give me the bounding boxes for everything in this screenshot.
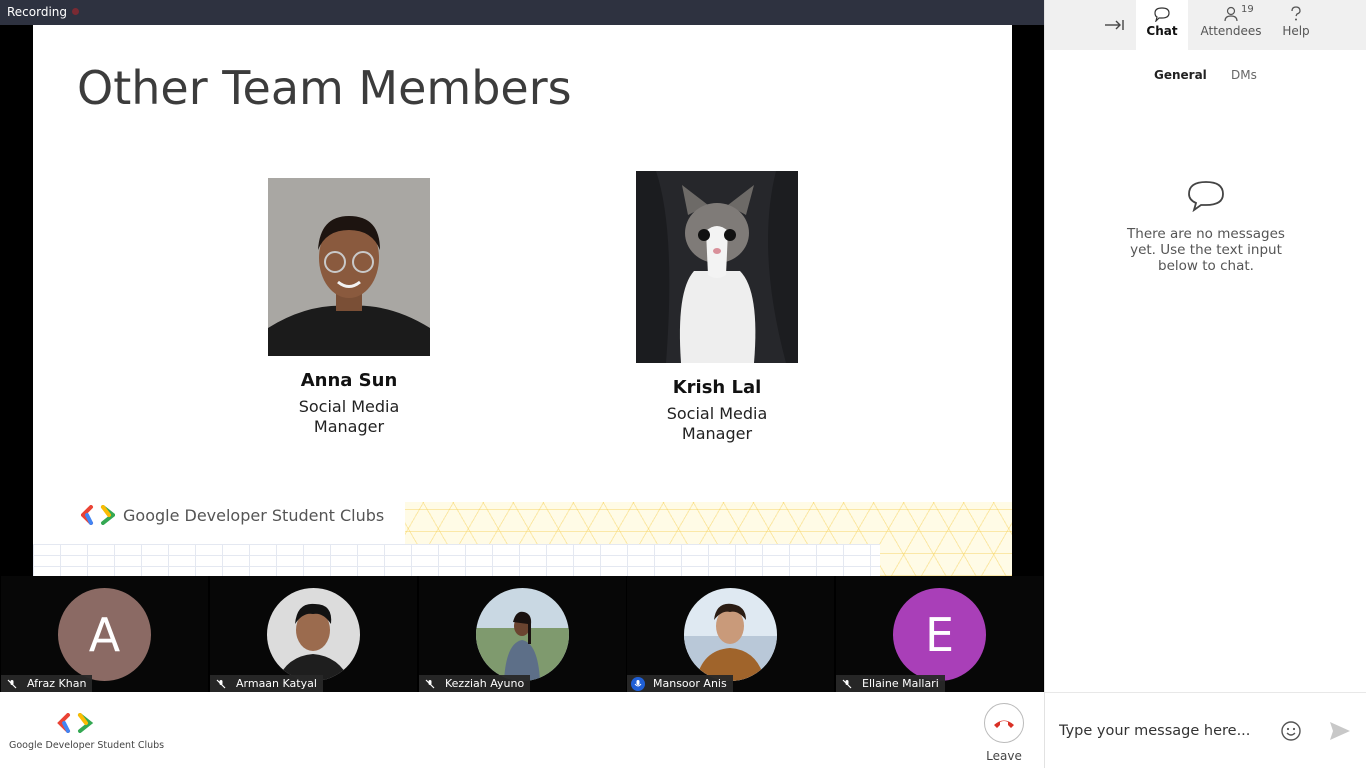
empty-chat-state: There are no messages yet. Use the text … bbox=[1115, 180, 1297, 274]
avatar: E bbox=[893, 588, 986, 681]
participant-tile[interactable]: Kezziah Ayuno bbox=[419, 576, 626, 692]
chat-message-input[interactable] bbox=[1059, 717, 1269, 745]
avatar bbox=[267, 588, 360, 681]
participant-label: Ellaine Mallari bbox=[836, 675, 945, 692]
tab-attendees-label: Attendees bbox=[1200, 24, 1262, 38]
tab-chat-label: Chat bbox=[1146, 24, 1178, 38]
collapse-panel-button[interactable] bbox=[1093, 0, 1135, 50]
gdsc-brand-bottom: Google Developer Student Clubs bbox=[9, 740, 165, 751]
mic-off-icon bbox=[423, 677, 437, 691]
question-icon bbox=[1291, 6, 1301, 21]
bottom-bar: Google Developer Student Clubs Leave bbox=[0, 692, 1044, 768]
chat-bubble-icon bbox=[1154, 7, 1170, 22]
participant-name: Afraz Khan bbox=[27, 677, 87, 690]
member-role-anna: Social Media Manager bbox=[298, 397, 400, 436]
gdsc-logo-bottom: Google Developer Student Clubs bbox=[9, 713, 165, 751]
emoji-icon[interactable] bbox=[1280, 720, 1302, 742]
shared-slide: Other Team Members Anna Sun Social Media… bbox=[33, 25, 1012, 576]
recording-label: Recording bbox=[7, 5, 68, 19]
participant-name: Ellaine Mallari bbox=[862, 677, 939, 690]
member-name-anna: Anna Sun bbox=[300, 370, 398, 391]
subtab-general[interactable]: General bbox=[1154, 68, 1207, 82]
participant-label: Afraz Khan bbox=[1, 675, 93, 692]
collapse-arrow-icon bbox=[1105, 20, 1124, 30]
side-panel: Chat 19 Attendees Help General DMs There… bbox=[1044, 0, 1366, 768]
member-role-krish: Social Media Manager bbox=[666, 404, 768, 443]
mic-off-icon bbox=[5, 677, 19, 691]
avatar bbox=[684, 588, 777, 681]
participant-name: Mansoor Anis bbox=[653, 677, 727, 690]
hang-up-icon[interactable] bbox=[984, 703, 1024, 743]
mic-on-icon bbox=[631, 676, 645, 691]
participants-strip: A Afraz Khan Armaan Katyal Kezziah Ayuno… bbox=[0, 576, 1044, 692]
participant-tile[interactable]: A Afraz Khan bbox=[1, 576, 208, 692]
subtab-dms[interactable]: DMs bbox=[1231, 68, 1257, 82]
recording-bar: Recording bbox=[0, 0, 1044, 25]
avatar: A bbox=[58, 588, 151, 681]
meeting-app: Recording Other Team Members Anna Sun So… bbox=[0, 0, 1366, 768]
panel-tabs: Chat 19 Attendees Help bbox=[1045, 0, 1366, 50]
participant-label: Kezziah Ayuno bbox=[419, 675, 531, 692]
slide-grid-pattern bbox=[33, 544, 880, 576]
gdsc-chevrons-icon bbox=[81, 505, 115, 525]
member-name-krish: Krish Lal bbox=[672, 377, 762, 398]
participant-tile[interactable]: E Ellaine Mallari bbox=[836, 576, 1043, 692]
chat-composer bbox=[1045, 692, 1366, 768]
member-card-anna: Anna Sun Social Media Manager bbox=[268, 178, 430, 437]
member-photo-anna bbox=[268, 178, 430, 360]
participant-tile[interactable]: Mansoor Anis bbox=[627, 576, 834, 692]
participant-label: Armaan Katyal bbox=[210, 675, 323, 692]
main-stage: Recording Other Team Members Anna Sun So… bbox=[0, 0, 1044, 692]
leave-button[interactable]: Leave bbox=[983, 703, 1025, 763]
tab-chat[interactable]: Chat bbox=[1136, 0, 1188, 50]
send-icon[interactable] bbox=[1328, 720, 1352, 742]
gdsc-brand-slide: Google Developer Student Clubs bbox=[123, 505, 385, 525]
chat-bubble-icon bbox=[1188, 181, 1224, 213]
person-icon bbox=[1224, 6, 1238, 22]
attendees-count-badge: 19 bbox=[1241, 4, 1254, 15]
participant-name: Armaan Katyal bbox=[236, 677, 317, 690]
tab-attendees[interactable]: 19 Attendees bbox=[1197, 0, 1265, 50]
recording-dot-icon bbox=[72, 8, 80, 15]
leave-label: Leave bbox=[986, 749, 1022, 763]
participant-tile[interactable]: Armaan Katyal bbox=[210, 576, 417, 692]
mic-off-icon bbox=[214, 677, 228, 691]
gdsc-logo-slide: Google Developer Student Clubs bbox=[81, 505, 384, 525]
participant-label: Mansoor Anis bbox=[627, 675, 733, 692]
slide-title: Other Team Members bbox=[77, 61, 572, 115]
participant-name: Kezziah Ayuno bbox=[445, 677, 525, 690]
tab-help-label: Help bbox=[1282, 24, 1310, 38]
mic-off-icon bbox=[840, 677, 854, 691]
empty-chat-message: There are no messages yet. Use the text … bbox=[1127, 226, 1285, 274]
member-photo-krish bbox=[636, 171, 798, 367]
gdsc-chevrons-icon bbox=[57, 713, 94, 733]
member-card-krish: Krish Lal Social Media Manager bbox=[636, 171, 798, 444]
avatar bbox=[476, 588, 569, 681]
tab-help[interactable]: Help bbox=[1275, 0, 1317, 50]
